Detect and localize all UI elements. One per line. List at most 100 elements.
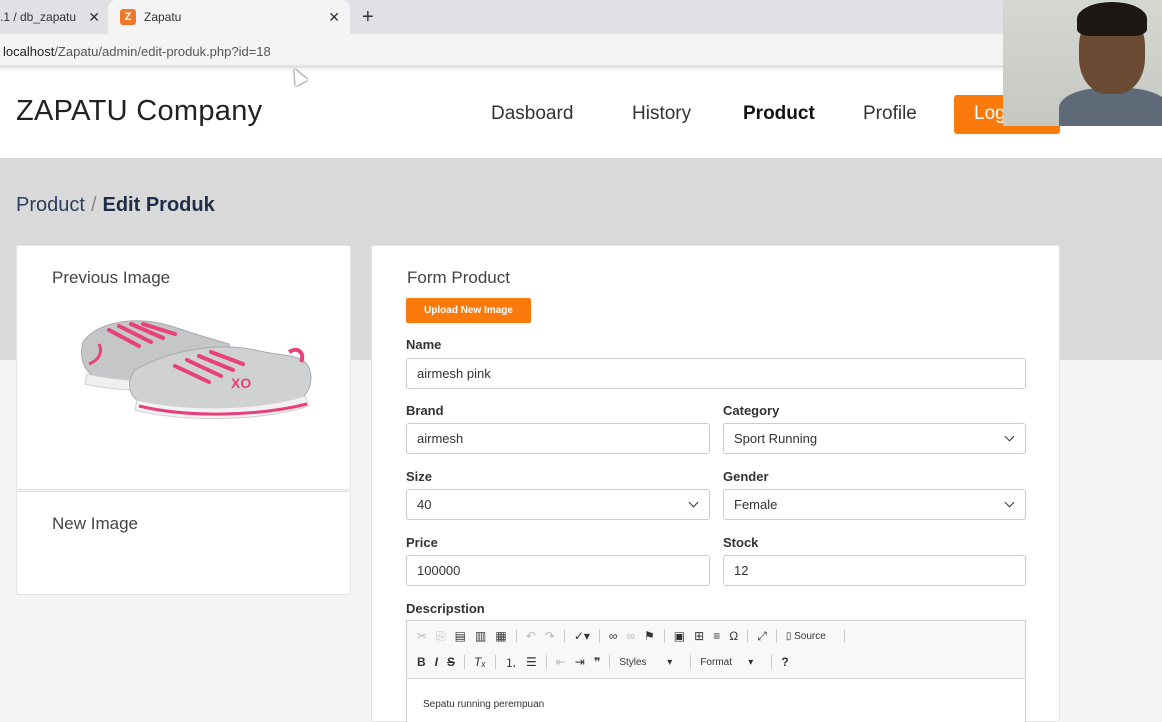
tab-db-zapatu[interactable]: .1 / db_zapatu ✕ bbox=[0, 0, 110, 34]
nav-profile[interactable]: Profile bbox=[863, 103, 917, 125]
remove-format-icon[interactable]: Tₓ bbox=[474, 655, 486, 669]
horizontal-line-icon[interactable]: ≡ bbox=[713, 629, 720, 643]
category-select[interactable]: Sport Running bbox=[723, 423, 1026, 454]
xampp-icon: Z bbox=[120, 9, 136, 25]
price-input[interactable]: 100000 bbox=[406, 555, 710, 586]
webcam-person-hair bbox=[1077, 2, 1147, 36]
numbered-list-icon[interactable]: ⒈ bbox=[505, 654, 517, 671]
outdent-icon[interactable]: ⇤ bbox=[556, 655, 566, 669]
toolbar-row-1: ✂ ⎘ ▤ ▥ ▦ ↶ ↷ ✓▾ ∞ ∞ ⚑ ▣ ⊞ ≡ Ω ⤢ ▯ Sourc… bbox=[417, 625, 854, 647]
url-text[interactable]: localhost/Zapatu/admin/edit-produk.php?i… bbox=[3, 44, 271, 59]
size-value: 40 bbox=[417, 497, 432, 512]
shoe-image: XO bbox=[81, 320, 312, 420]
stock-label: Stock bbox=[723, 535, 759, 550]
image-icon[interactable]: ▣ bbox=[674, 629, 685, 643]
toolbar-divider bbox=[563, 629, 565, 643]
special-char-icon[interactable]: Ω bbox=[729, 629, 738, 643]
editor-toolbar: ✂ ⎘ ▤ ▥ ▦ ↶ ↷ ✓▾ ∞ ∞ ⚑ ▣ ⊞ ≡ Ω ⤢ ▯ Sourc… bbox=[407, 621, 1025, 679]
gender-label: Gender bbox=[723, 469, 769, 484]
browser-tab-bar: .1 / db_zapatu ✕ Z Zapatu ✕ + bbox=[0, 0, 1162, 34]
toolbar-divider bbox=[843, 629, 845, 643]
svg-text:XO: XO bbox=[231, 375, 251, 391]
brand-input[interactable]: airmesh bbox=[406, 423, 710, 454]
source-label: Source bbox=[794, 630, 826, 642]
toolbar-divider bbox=[771, 655, 773, 669]
link-icon[interactable]: ∞ bbox=[609, 629, 618, 643]
previous-image-title: Previous Image bbox=[52, 268, 171, 287]
previous-image-card: Previous Image XO bbox=[16, 245, 351, 490]
toolbar-divider bbox=[690, 655, 692, 669]
toolbar-row-2: B I S Tₓ ⒈ ☰ ⇤ ⇥ ❞ Styles ▾ Format ▾ ? bbox=[417, 651, 798, 673]
toolbar-divider bbox=[515, 629, 517, 643]
italic-button[interactable]: I bbox=[435, 655, 438, 669]
copy-icon[interactable]: ⎘ bbox=[436, 629, 446, 644]
toolbar-divider bbox=[747, 629, 749, 643]
bold-button[interactable]: B bbox=[417, 655, 426, 669]
strike-button[interactable]: S bbox=[447, 655, 455, 669]
help-icon[interactable]: ? bbox=[781, 655, 788, 669]
table-icon[interactable]: ⊞ bbox=[694, 629, 704, 643]
new-tab-icon[interactable]: + bbox=[362, 6, 374, 29]
toolbar-divider bbox=[494, 655, 496, 669]
gender-select[interactable]: Female bbox=[723, 489, 1026, 520]
unlink-icon[interactable]: ∞ bbox=[626, 629, 635, 643]
description-editor[interactable]: ✂ ⎘ ▤ ▥ ▦ ↶ ↷ ✓▾ ∞ ∞ ⚑ ▣ ⊞ ≡ Ω ⤢ ▯ Sourc… bbox=[406, 620, 1026, 722]
format-dropdown[interactable]: Format ▾ bbox=[700, 657, 762, 668]
format-label: Format bbox=[700, 656, 732, 668]
breadcrumb: Product / Edit Produk bbox=[16, 194, 215, 217]
webcam-overlay bbox=[1003, 0, 1162, 126]
spellcheck-icon[interactable]: ✓▾ bbox=[574, 629, 590, 643]
description-label: Descripstion bbox=[406, 601, 485, 616]
gender-value: Female bbox=[734, 497, 778, 512]
chevron-down-icon bbox=[688, 497, 699, 508]
styles-dropdown[interactable]: Styles ▾ bbox=[619, 657, 681, 668]
category-value: Sport Running bbox=[734, 431, 818, 446]
styles-label: Styles bbox=[619, 656, 647, 668]
price-label: Price bbox=[406, 535, 438, 550]
tab-label: .1 / db_zapatu bbox=[0, 10, 77, 24]
close-icon[interactable]: ✕ bbox=[328, 9, 340, 26]
new-image-title: New Image bbox=[52, 514, 138, 533]
nav-history[interactable]: History bbox=[632, 103, 691, 125]
upload-image-button[interactable]: Upload New Image bbox=[406, 298, 531, 323]
nav-dashboard[interactable]: Dasboard bbox=[491, 103, 573, 125]
toolbar-divider bbox=[663, 629, 665, 643]
toolbar-divider bbox=[609, 655, 611, 669]
undo-icon[interactable]: ↶ bbox=[526, 629, 536, 643]
toolbar-divider bbox=[775, 629, 777, 643]
nav-product[interactable]: Product bbox=[743, 103, 815, 125]
size-label: Size bbox=[406, 469, 433, 484]
indent-icon[interactable]: ⇥ bbox=[575, 655, 585, 669]
address-bar[interactable]: localhost/Zapatu/admin/edit-produk.php?i… bbox=[0, 34, 1162, 68]
editor-content[interactable]: Sepatu running perempuan bbox=[423, 699, 544, 710]
size-select[interactable]: 40 bbox=[406, 489, 710, 520]
toolbar-divider bbox=[598, 629, 600, 643]
chevron-down-icon bbox=[1004, 497, 1015, 508]
stock-input[interactable]: 12 bbox=[723, 555, 1026, 586]
maximize-icon[interactable]: ⤢ bbox=[757, 629, 767, 644]
anchor-flag-icon[interactable]: ⚑ bbox=[644, 629, 655, 643]
category-label: Category bbox=[723, 403, 780, 418]
tab-zapatu[interactable]: Z Zapatu ✕ bbox=[108, 0, 350, 34]
site-header: ZAPATU Company Dasboard History Product … bbox=[0, 71, 1162, 158]
chevron-down-icon bbox=[1004, 431, 1015, 442]
toolbar-divider bbox=[464, 655, 466, 669]
paste-icon[interactable]: ▤ bbox=[455, 629, 466, 643]
name-label: Name bbox=[406, 337, 442, 352]
name-input[interactable]: airmesh pink bbox=[406, 358, 1026, 389]
brand-logo[interactable]: ZAPATU Company bbox=[16, 95, 262, 128]
bulleted-list-icon[interactable]: ☰ bbox=[526, 655, 537, 669]
toolbar-divider bbox=[545, 655, 547, 669]
new-image-card: New Image bbox=[16, 491, 351, 595]
redo-icon[interactable]: ↷ bbox=[545, 629, 555, 643]
breadcrumb-product[interactable]: Product bbox=[16, 194, 85, 216]
cut-icon[interactable]: ✂ bbox=[417, 629, 427, 643]
form-product-card: Form Product Upload New Image Name airme… bbox=[371, 245, 1060, 722]
close-icon[interactable]: ✕ bbox=[88, 9, 100, 26]
brand-label: Brand bbox=[406, 403, 444, 418]
source-button[interactable]: ▯ Source bbox=[786, 631, 835, 642]
blockquote-icon[interactable]: ❞ bbox=[594, 655, 600, 669]
paste-word-icon[interactable]: ▦ bbox=[495, 629, 506, 643]
paste-text-icon[interactable]: ▥ bbox=[475, 629, 486, 643]
form-title: Form Product bbox=[407, 268, 510, 287]
